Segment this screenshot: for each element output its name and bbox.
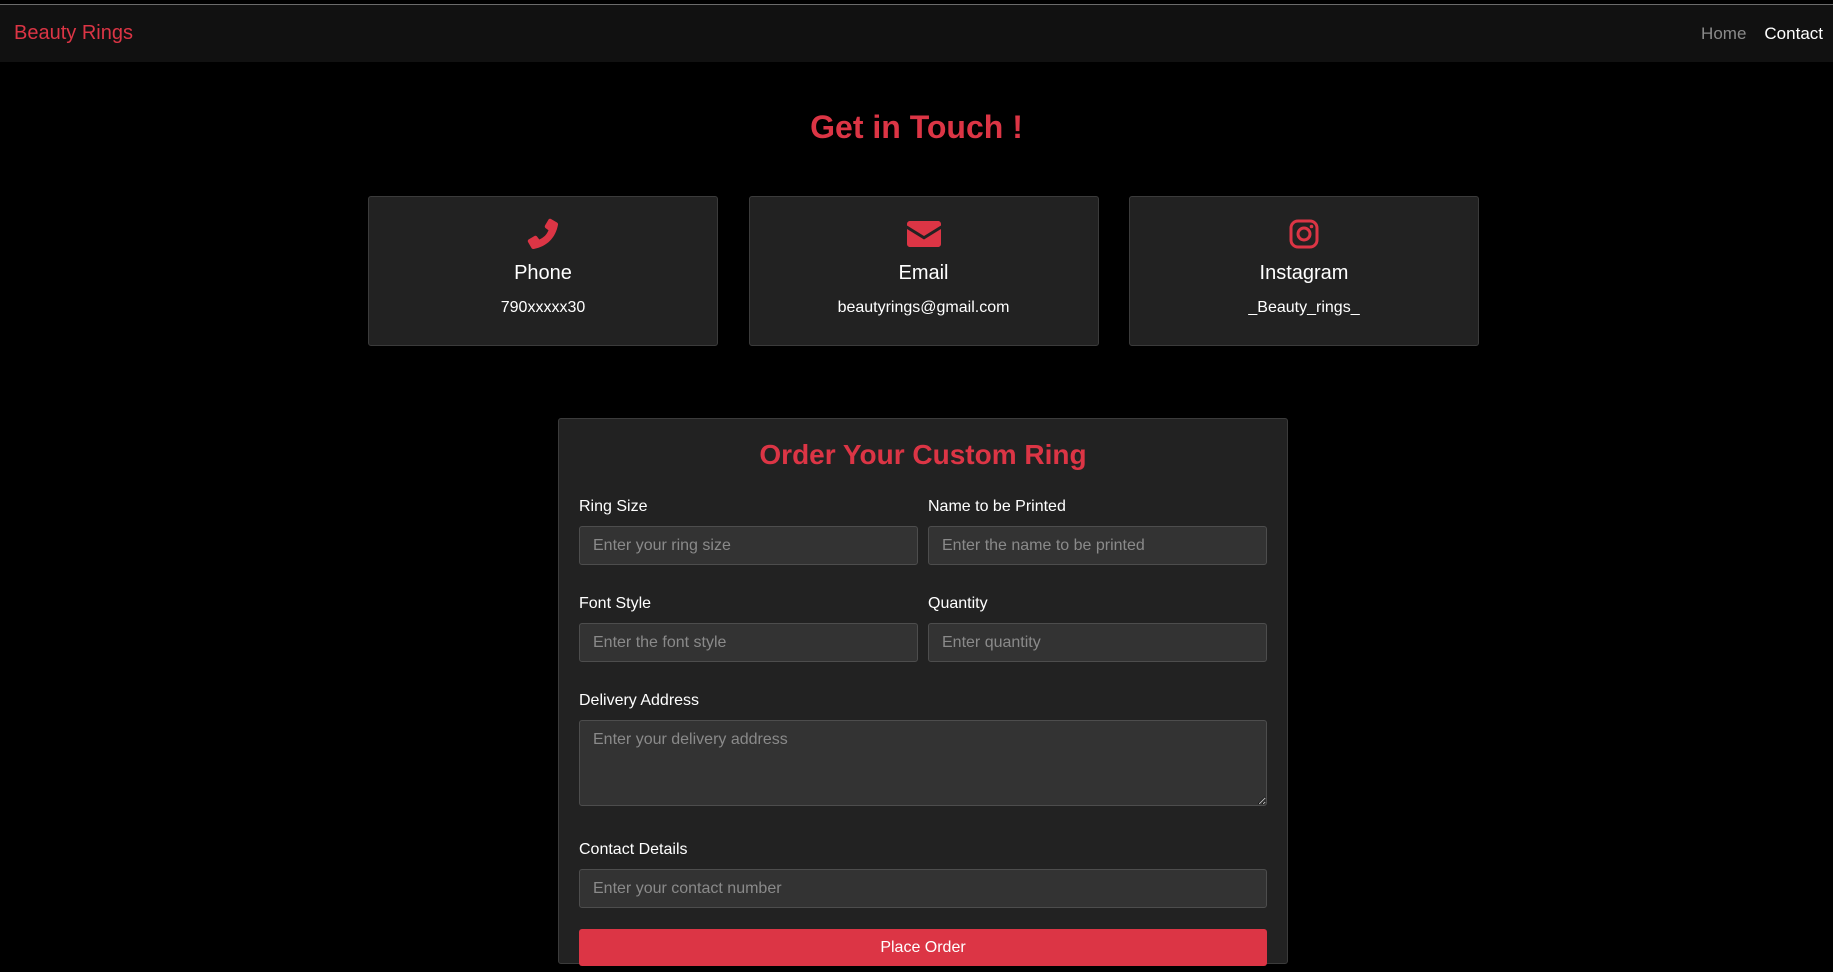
contact-cards: Phone 790xxxxx30 Email beautyrings@gmail… [368,196,1479,346]
nav-links: Home Contact [1701,24,1823,44]
font-style-label: Font Style [579,595,652,612]
page-title: Get in Touch ! [810,109,1023,145]
font-style-input[interactable] [579,623,918,662]
contact-details-input[interactable] [579,869,1267,908]
contact-card-phone: Phone 790xxxxx30 [368,196,718,346]
phone-number: 790xxxxx30 [500,299,586,316]
delivery-address-field: Delivery Address [579,693,1267,811]
card-title: Instagram [1259,262,1349,284]
instagram-icon [1289,217,1319,251]
quantity-input[interactable] [928,623,1267,662]
name-printed-input[interactable] [928,526,1267,565]
delivery-address-label: Delivery Address [579,692,700,709]
navbar: Beauty Rings Home Contact [0,5,1833,62]
place-order-button[interactable]: Place Order [579,929,1267,966]
font-style-field: Font Style [579,596,918,662]
instagram-handle: _Beauty_rings_ [1248,299,1360,316]
card-title: Email [898,262,949,284]
name-printed-label: Name to be Printed [928,498,1066,515]
email-address: beautyrings@gmail.com [837,299,1010,316]
form-title: Order Your Custom Ring [759,439,1087,470]
nav-link-home[interactable]: Home [1701,24,1746,44]
contact-details-label: Contact Details [579,841,688,858]
form-row: Font Style Quantity [579,596,1267,662]
order-form: Order Your Custom Ring Ring Size Name to… [558,418,1288,966]
name-printed-field: Name to be Printed [928,499,1267,565]
ring-size-field: Ring Size [579,499,918,565]
ring-size-label: Ring Size [579,498,648,515]
quantity-field: Quantity [928,596,1267,662]
delivery-address-textarea[interactable] [579,720,1267,806]
contact-details-field: Contact Details [579,842,1267,908]
card-title: Phone [514,262,572,284]
brand-logo[interactable]: Beauty Rings [14,22,133,45]
contact-card-email: Email beautyrings@gmail.com [748,196,1099,346]
phone-icon [527,217,559,251]
form-row: Delivery Address [579,693,1267,811]
form-row: Ring Size Name to be Printed [579,499,1267,565]
contact-card-instagram: Instagram _Beauty_rings_ [1129,196,1479,346]
envelope-icon [906,217,941,251]
form-row: Contact Details [579,842,1267,908]
quantity-label: Quantity [928,595,988,612]
ring-size-input[interactable] [579,526,918,565]
nav-link-contact[interactable]: Contact [1764,24,1823,44]
